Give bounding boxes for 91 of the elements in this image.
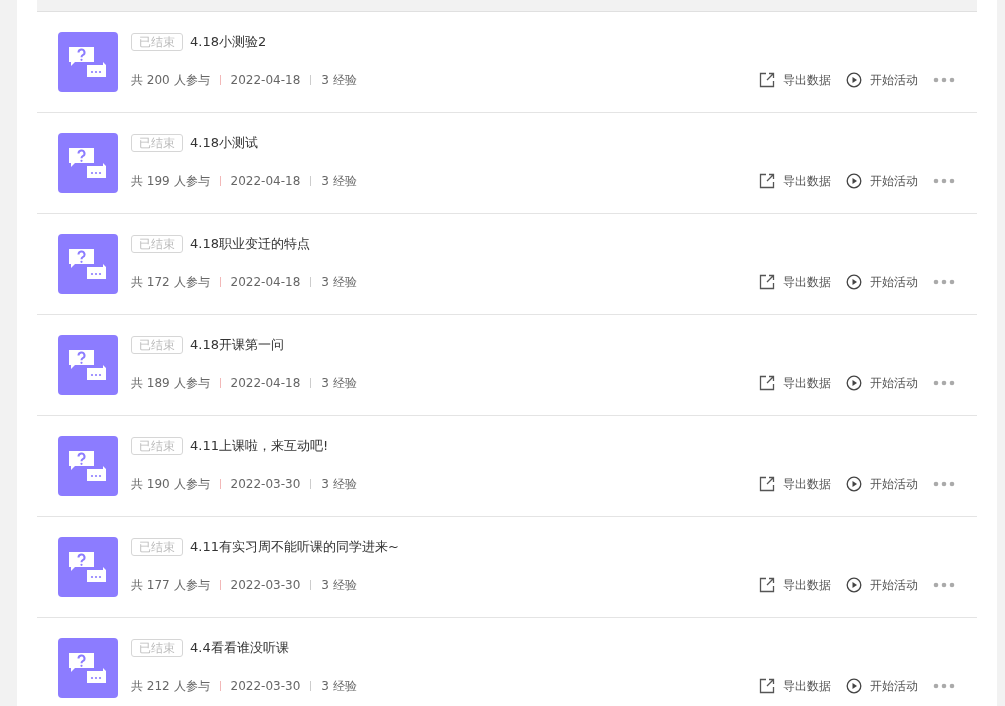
activity-date: 2022-03-30 [230,477,301,491]
start-activity-button[interactable]: 开始活动 [846,273,918,291]
export-icon [759,476,775,492]
participant-count: 共 199 人参与 [131,172,210,190]
participant-count: 共 172 人参与 [131,273,210,291]
experience-points: 3 经验 [321,475,357,493]
status-tag: 已结束 [131,235,183,253]
export-icon [759,375,775,391]
export-icon [759,678,775,694]
separator-line [310,479,312,489]
more-icon[interactable] [933,77,955,83]
export-icon [759,577,775,593]
separator-line [219,176,221,186]
separator-line [310,378,312,388]
experience-points: 3 经验 [321,71,357,89]
more-icon[interactable] [933,582,955,588]
activity-title[interactable]: 4.11上课啦，来互动吧! [190,437,329,455]
export-data-button[interactable]: 导出数据 [759,576,831,594]
separator-line [219,479,221,489]
separator-line [219,277,221,287]
separator-line [219,75,221,85]
export-icon [759,72,775,88]
status-tag: 已结束 [131,437,183,455]
participant-count: 共 189 人参与 [131,374,210,392]
export-data-button[interactable]: 导出数据 [759,374,831,392]
activity-title[interactable]: 4.4看看谁没听课 [190,639,289,657]
start-activity-button[interactable]: 开始活动 [846,677,918,695]
experience-points: 3 经验 [321,374,357,392]
activity-title[interactable]: 4.11有实习周不能听课的同学进来~ [190,538,399,556]
quiz-chat-icon [58,32,118,92]
export-data-button[interactable]: 导出数据 [759,273,831,291]
separator-line [219,681,221,691]
play-icon [846,678,862,694]
activity-date: 2022-04-18 [230,376,301,390]
experience-points: 3 经验 [321,273,357,291]
more-icon[interactable] [933,178,955,184]
start-activity-button[interactable]: 开始活动 [846,475,918,493]
separator-line [310,75,312,85]
status-tag: 已结束 [131,336,183,354]
export-data-button[interactable]: 导出数据 [759,172,831,190]
participant-count: 共 212 人参与 [131,677,210,695]
export-data-button[interactable]: 导出数据 [759,71,831,89]
quiz-chat-icon [58,335,118,395]
experience-points: 3 经验 [321,172,357,190]
participant-count: 共 190 人参与 [131,475,210,493]
play-icon [846,476,862,492]
more-icon[interactable] [933,683,955,689]
more-icon[interactable] [933,380,955,386]
quiz-chat-icon [58,234,118,294]
play-icon [846,577,862,593]
separator-line [310,681,312,691]
play-icon [846,375,862,391]
separator-line [219,580,221,590]
participant-count: 共 200 人参与 [131,71,210,89]
experience-points: 3 经验 [321,576,357,594]
separator-line [310,277,312,287]
start-activity-button[interactable]: 开始活动 [846,71,918,89]
more-icon[interactable] [933,279,955,285]
experience-points: 3 经验 [321,677,357,695]
activity-date: 2022-04-18 [230,174,301,188]
quiz-chat-icon [58,436,118,496]
play-icon [846,173,862,189]
activity-date: 2022-04-18 [230,275,301,289]
activity-title[interactable]: 4.18小测试 [190,134,258,152]
export-icon [759,274,775,290]
activity-date: 2022-03-30 [230,578,301,592]
activity-date: 2022-04-18 [230,73,301,87]
play-icon [846,274,862,290]
participant-count: 共 177 人参与 [131,576,210,594]
separator-line [310,176,312,186]
more-icon[interactable] [933,481,955,487]
export-data-button[interactable]: 导出数据 [759,475,831,493]
status-tag: 已结束 [131,33,183,51]
play-icon [846,72,862,88]
quiz-chat-icon [58,638,118,698]
activity-date: 2022-03-30 [230,679,301,693]
export-data-button[interactable]: 导出数据 [759,677,831,695]
activity-title[interactable]: 4.18小测验2 [190,33,267,51]
separator-line [310,580,312,590]
status-tag: 已结束 [131,134,183,152]
export-icon [759,173,775,189]
start-activity-button[interactable]: 开始活动 [846,172,918,190]
quiz-chat-icon [58,537,118,597]
separator-line [219,378,221,388]
activity-title[interactable]: 4.18开课第一问 [190,336,284,354]
status-tag: 已结束 [131,639,183,657]
start-activity-button[interactable]: 开始活动 [846,576,918,594]
status-tag: 已结束 [131,538,183,556]
start-activity-button[interactable]: 开始活动 [846,374,918,392]
quiz-chat-icon [58,133,118,193]
activity-title[interactable]: 4.18职业变迁的特点 [190,235,310,253]
